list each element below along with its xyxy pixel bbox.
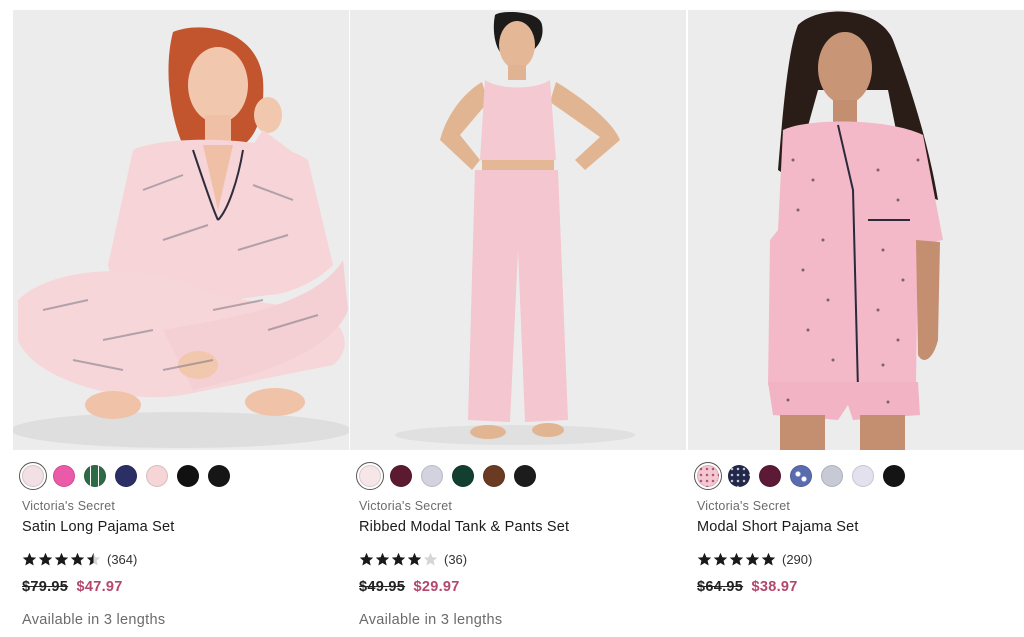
star-icon [86, 552, 101, 565]
product-grid: Victoria's Secret Satin Long Pajama Set … [0, 0, 1024, 637]
product-title[interactable]: Modal Short Pajama Set [688, 519, 1024, 535]
rating: (364) [13, 551, 349, 567]
star-icon [407, 552, 422, 565]
star-icon [54, 552, 69, 565]
rating: (290) [688, 551, 1024, 567]
review-count[interactable]: (364) [107, 552, 137, 567]
star-icon [391, 552, 406, 565]
rating: (36) [350, 551, 686, 567]
price: $49.95 $29.97 [350, 579, 686, 595]
color-swatches [688, 462, 1024, 490]
color-swatch[interactable] [759, 465, 781, 487]
star-icon [70, 552, 85, 565]
sale-price: $38.97 [751, 579, 798, 595]
color-swatch[interactable] [421, 465, 443, 487]
color-swatch[interactable] [728, 465, 750, 487]
color-swatch[interactable] [53, 465, 75, 487]
star-icon [359, 552, 374, 565]
color-swatch[interactable] [483, 465, 505, 487]
color-swatch[interactable] [356, 462, 384, 490]
color-swatch[interactable] [146, 465, 168, 487]
availability-note: Available in 3 lengths [22, 612, 166, 628]
original-price: $49.95 [359, 579, 406, 595]
original-price: $64.95 [697, 579, 744, 595]
star-icon [375, 552, 390, 565]
color-swatch[interactable] [208, 465, 230, 487]
star-icon [423, 552, 438, 565]
product-image[interactable] [13, 10, 349, 450]
price: $64.95 $38.97 [688, 579, 1024, 595]
color-swatch[interactable] [883, 465, 905, 487]
product-card[interactable]: Victoria's Secret Ribbed Modal Tank & Pa… [350, 10, 686, 628]
star-icon [713, 552, 728, 565]
product-title[interactable]: Ribbed Modal Tank & Pants Set [350, 519, 686, 535]
color-swatch[interactable] [452, 465, 474, 487]
star-icon [729, 552, 744, 565]
color-swatch[interactable] [790, 465, 812, 487]
color-swatch[interactable] [390, 465, 412, 487]
color-swatches [350, 462, 686, 490]
color-swatch[interactable] [115, 465, 137, 487]
product-photo-satin [13, 10, 349, 450]
product-card[interactable]: Victoria's Secret Modal Short Pajama Set… [688, 10, 1024, 595]
color-swatch[interactable] [694, 462, 722, 490]
color-swatch[interactable] [821, 465, 843, 487]
review-count[interactable]: (290) [782, 552, 812, 567]
color-swatches [13, 462, 349, 490]
star-icon [761, 552, 776, 565]
brand-name: Victoria's Secret [22, 499, 116, 513]
product-image[interactable] [350, 10, 686, 450]
product-photo-ribbed [350, 10, 686, 450]
price: $79.95 $47.97 [13, 579, 349, 595]
color-swatch[interactable] [19, 462, 47, 490]
sale-price: $29.97 [413, 579, 460, 595]
star-icon [745, 552, 760, 565]
color-swatch[interactable] [177, 465, 199, 487]
color-swatch[interactable] [84, 465, 106, 487]
star-rating [697, 552, 776, 567]
product-card[interactable]: Victoria's Secret Satin Long Pajama Set … [13, 10, 349, 628]
brand-name: Victoria's Secret [697, 499, 791, 513]
review-count[interactable]: (36) [444, 552, 467, 567]
color-swatch[interactable] [514, 465, 536, 487]
product-image[interactable] [688, 10, 1024, 450]
star-icon [697, 552, 712, 565]
star-icon [38, 552, 53, 565]
star-icon [22, 552, 37, 565]
product-photo-modal-short [688, 10, 1024, 450]
star-rating [22, 552, 101, 567]
star-rating [359, 552, 438, 567]
availability-note: Available in 3 lengths [359, 612, 503, 628]
color-swatch[interactable] [852, 465, 874, 487]
original-price: $79.95 [22, 579, 69, 595]
product-title[interactable]: Satin Long Pajama Set [13, 519, 349, 535]
brand-name: Victoria's Secret [359, 499, 453, 513]
sale-price: $47.97 [76, 579, 123, 595]
